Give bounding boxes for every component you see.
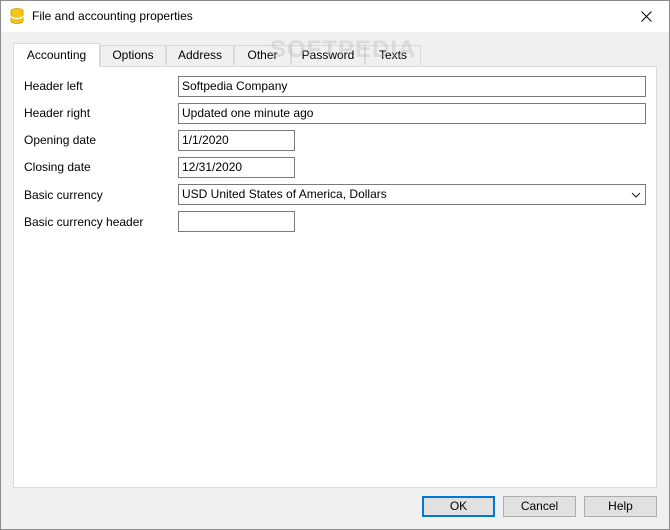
close-icon — [640, 11, 652, 22]
closing-date-input[interactable]: 12/31/2020 — [178, 157, 295, 178]
accounting-panel: Header left Softpedia Company Header rig… — [13, 66, 657, 488]
watermark: SOFTPEDIA — [270, 36, 417, 63]
basic-currency-select[interactable]: USD United States of America, Dollars — [178, 184, 646, 205]
header-left-input[interactable]: Softpedia Company — [178, 76, 646, 97]
opening-date-input[interactable]: 1/1/2020 — [178, 130, 295, 151]
title-bar: File and accounting properties — [0, 0, 670, 32]
cancel-button[interactable]: Cancel — [503, 496, 576, 517]
tab-accounting[interactable]: Accounting — [13, 43, 100, 67]
basic-currency-value: USD United States of America, Dollars — [182, 187, 387, 201]
database-icon — [10, 8, 24, 24]
basic-currency-label: Basic currency — [24, 188, 103, 202]
close-button[interactable] — [623, 1, 669, 32]
help-button[interactable]: Help — [584, 496, 657, 517]
header-right-input[interactable]: Updated one minute ago — [178, 103, 646, 124]
closing-date-label: Closing date — [24, 160, 91, 174]
opening-date-label: Opening date — [24, 133, 97, 147]
tab-options[interactable]: Options — [100, 45, 166, 65]
basic-currency-header-label: Basic currency header — [24, 215, 144, 229]
tab-address[interactable]: Address — [166, 45, 234, 65]
header-right-label: Header right — [24, 106, 91, 120]
chevron-down-icon — [631, 192, 641, 198]
window-title: File and accounting properties — [32, 9, 193, 23]
header-left-label: Header left — [24, 79, 83, 93]
basic-currency-header-input[interactable] — [178, 211, 295, 232]
ok-button[interactable]: OK — [422, 496, 495, 517]
